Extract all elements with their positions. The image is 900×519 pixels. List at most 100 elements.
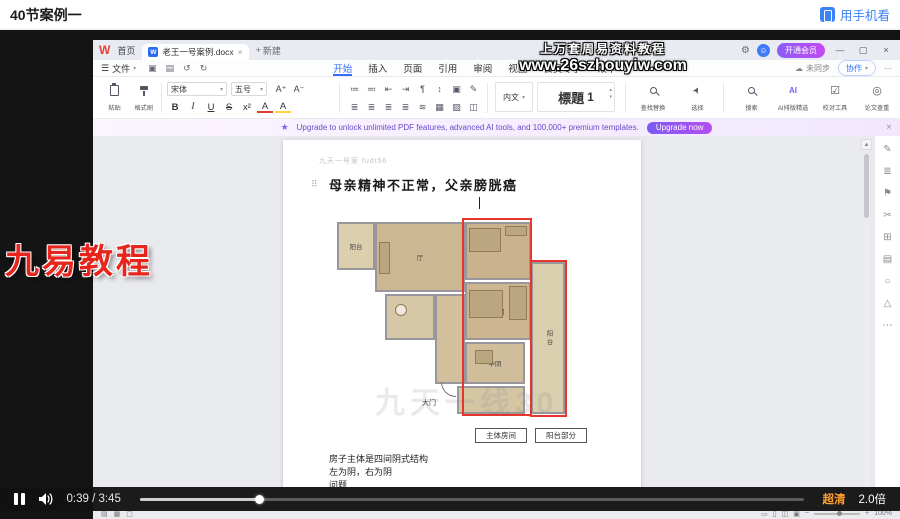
zoom-in-icon[interactable]: + — [865, 510, 869, 517]
paste-button[interactable]: 粘贴 — [99, 81, 129, 115]
home-tab[interactable]: 首页 — [117, 44, 135, 57]
video-player[interactable]: W 首页 W 老王一号案例.docx × + 新建 ⚙ ☺ 开通会员 — ▢ — [0, 30, 900, 519]
maximize-button[interactable]: ▢ — [855, 45, 871, 56]
player-controls: 0:39 / 3:45 超清 2.0倍 — [0, 487, 900, 511]
side-styles-icon[interactable]: ≣ — [883, 166, 891, 177]
justify-icon[interactable]: ≣ — [398, 100, 413, 114]
number-list-icon[interactable]: ≕ — [364, 82, 379, 96]
zoom-slider[interactable] — [814, 513, 860, 515]
underline-icon[interactable]: U — [203, 100, 219, 114]
side-flag-icon[interactable]: ⚑ — [883, 188, 892, 199]
align-center-icon[interactable]: ≣ — [364, 100, 379, 114]
find-replace-button[interactable]: 查找替换 — [633, 81, 673, 115]
document-tab[interactable]: W 老王一号案例.docx × — [142, 44, 248, 60]
quick-access-toolbar: ▣ ▤ ↺ ↻ — [148, 63, 207, 74]
menu-item-member[interactable]: 会员专享 — [543, 60, 581, 76]
scrollbar-thumb[interactable] — [864, 154, 869, 218]
open-on-phone-button[interactable]: 用手机看 — [820, 5, 890, 24]
avatar[interactable]: ☺ — [757, 44, 770, 57]
side-edit-icon[interactable]: ✎ — [883, 144, 891, 155]
redo-icon[interactable]: ↻ — [200, 63, 208, 74]
undo-icon[interactable]: ↺ — [183, 63, 191, 74]
superscript-icon[interactable]: x² — [239, 100, 255, 114]
bold-icon[interactable]: B — [167, 100, 183, 114]
tool-ai-layout-button[interactable]: AI AI排版精选 — [773, 81, 813, 115]
font-name-select[interactable]: 宋体 ▾ — [167, 82, 227, 96]
indent-icon[interactable]: ⇥ — [398, 82, 413, 96]
document-page: 九天一号案 fudt56 ⠿ 母亲精神不正常，父亲膀胱癌 阳台 厅 — [283, 140, 641, 507]
menu-item-view[interactable]: 视图 — [508, 60, 527, 76]
side-cut-icon[interactable]: ✂ — [883, 210, 891, 221]
cursor-icon: ➤ — [690, 84, 703, 96]
align-right-icon[interactable]: ≣ — [381, 100, 396, 114]
increase-font-icon[interactable]: A⁺ — [273, 82, 289, 96]
tab-close-icon[interactable]: × — [238, 47, 243, 57]
side-notes-icon[interactable]: ▤ — [883, 254, 892, 265]
style-stepper[interactable]: ▴ ▾ — [609, 87, 612, 100]
page-header-note: 九天一号案 fudt56 — [319, 156, 387, 166]
progress-knob[interactable] — [255, 495, 264, 504]
volume-icon[interactable] — [38, 492, 54, 506]
banner-close-icon[interactable]: × — [886, 122, 892, 133]
italic-icon[interactable]: I — [185, 100, 201, 114]
strikethrough-icon[interactable]: S — [221, 100, 237, 114]
side-shape-triangle-icon[interactable]: △ — [884, 298, 892, 309]
align-left-icon[interactable]: ≣ — [347, 100, 362, 114]
zoom-out-icon[interactable]: − — [805, 510, 809, 517]
collab-button[interactable]: 协作 ▾ — [838, 60, 876, 76]
style-body-button[interactable]: 内文 ▾ — [495, 82, 533, 112]
pause-button[interactable] — [14, 493, 25, 505]
text-effects-icon[interactable]: ✎ — [466, 82, 481, 96]
side-grid-icon[interactable]: ⊞ — [883, 232, 891, 243]
format-painter-button[interactable]: 格式刷 — [129, 81, 159, 115]
menu-item-insert[interactable]: 插入 — [368, 60, 387, 76]
quality-button[interactable]: 超清 — [823, 491, 846, 507]
tool-search-button[interactable]: 搜索 — [731, 81, 771, 115]
vertical-scrollbar[interactable] — [863, 152, 870, 500]
select-button[interactable]: ➤ 选择 — [677, 81, 717, 115]
more-icon[interactable]: ⋯ — [884, 64, 892, 73]
tool-paper-check-button[interactable]: ◎ 论文查重 — [857, 81, 897, 115]
menu-item-reference[interactable]: 引用 — [438, 60, 457, 76]
save-icon[interactable]: ▣ — [148, 63, 157, 74]
page-setup-icon[interactable]: ◫ — [466, 100, 481, 114]
menu-item-page[interactable]: 页面 — [403, 60, 422, 76]
border-icon[interactable]: ▨ — [449, 100, 464, 114]
menu-item-home[interactable]: 开始 — [333, 60, 352, 76]
tool-proofread-button[interactable]: ☑ 校对工具 — [815, 81, 855, 115]
drag-handle-icon[interactable]: ⠿ — [311, 179, 318, 190]
upgrade-now-button[interactable]: Upgrade now — [647, 122, 713, 134]
new-tab-button[interactable]: + 新建 — [256, 44, 281, 57]
zoom-slider-knob[interactable] — [837, 511, 842, 516]
decrease-font-icon[interactable]: A⁻ — [291, 82, 307, 96]
distribute-icon[interactable]: ≋ — [415, 100, 430, 114]
line-spacing-icon[interactable]: ↕ — [432, 82, 447, 96]
menu-item-efficiency[interactable]: 效率 — [597, 60, 616, 76]
collab-label: 协作 — [846, 63, 862, 74]
font-size-select[interactable]: 五号 ▾ — [231, 82, 267, 96]
side-shape-circle-icon[interactable]: ○ — [884, 276, 890, 287]
minimize-button[interactable]: — — [832, 45, 848, 55]
document-area: 九天一号案 fudt56 ⠿ 母亲精神不正常，父亲膀胱癌 阳台 厅 — [93, 136, 900, 507]
paragraph-mark-icon[interactable]: ¶ — [415, 82, 430, 96]
settings-icon[interactable]: ⚙ — [741, 45, 750, 56]
print-icon[interactable]: ▤ — [166, 63, 175, 74]
progress-bar[interactable] — [140, 498, 804, 501]
vip-button[interactable]: 开通会员 — [777, 43, 825, 58]
highlight-icon[interactable]: A — [275, 101, 291, 113]
file-menu[interactable]: ☰ 文件 ▾ — [101, 62, 136, 75]
plus-icon: + — [256, 45, 261, 55]
outdent-icon[interactable]: ⇤ — [381, 82, 396, 96]
person-icon: ☺ — [759, 46, 767, 55]
menu-item-review[interactable]: 审阅 — [473, 60, 492, 76]
shading-icon[interactable]: ▦ — [432, 100, 447, 114]
close-button[interactable]: × — [878, 45, 894, 55]
font-color-icon[interactable]: A — [257, 101, 273, 113]
style-heading-button[interactable]: 標題 1 ▴ ▾ — [537, 82, 615, 112]
side-more-icon[interactable]: ⋯ — [883, 320, 893, 331]
scroll-up-arrow[interactable]: ▲ — [861, 139, 872, 150]
bullet-list-icon[interactable]: ≔ — [347, 82, 362, 96]
speed-button[interactable]: 2.0倍 — [859, 491, 887, 507]
columns-icon[interactable]: ▣ — [449, 82, 464, 96]
room-bathroom — [385, 294, 435, 340]
